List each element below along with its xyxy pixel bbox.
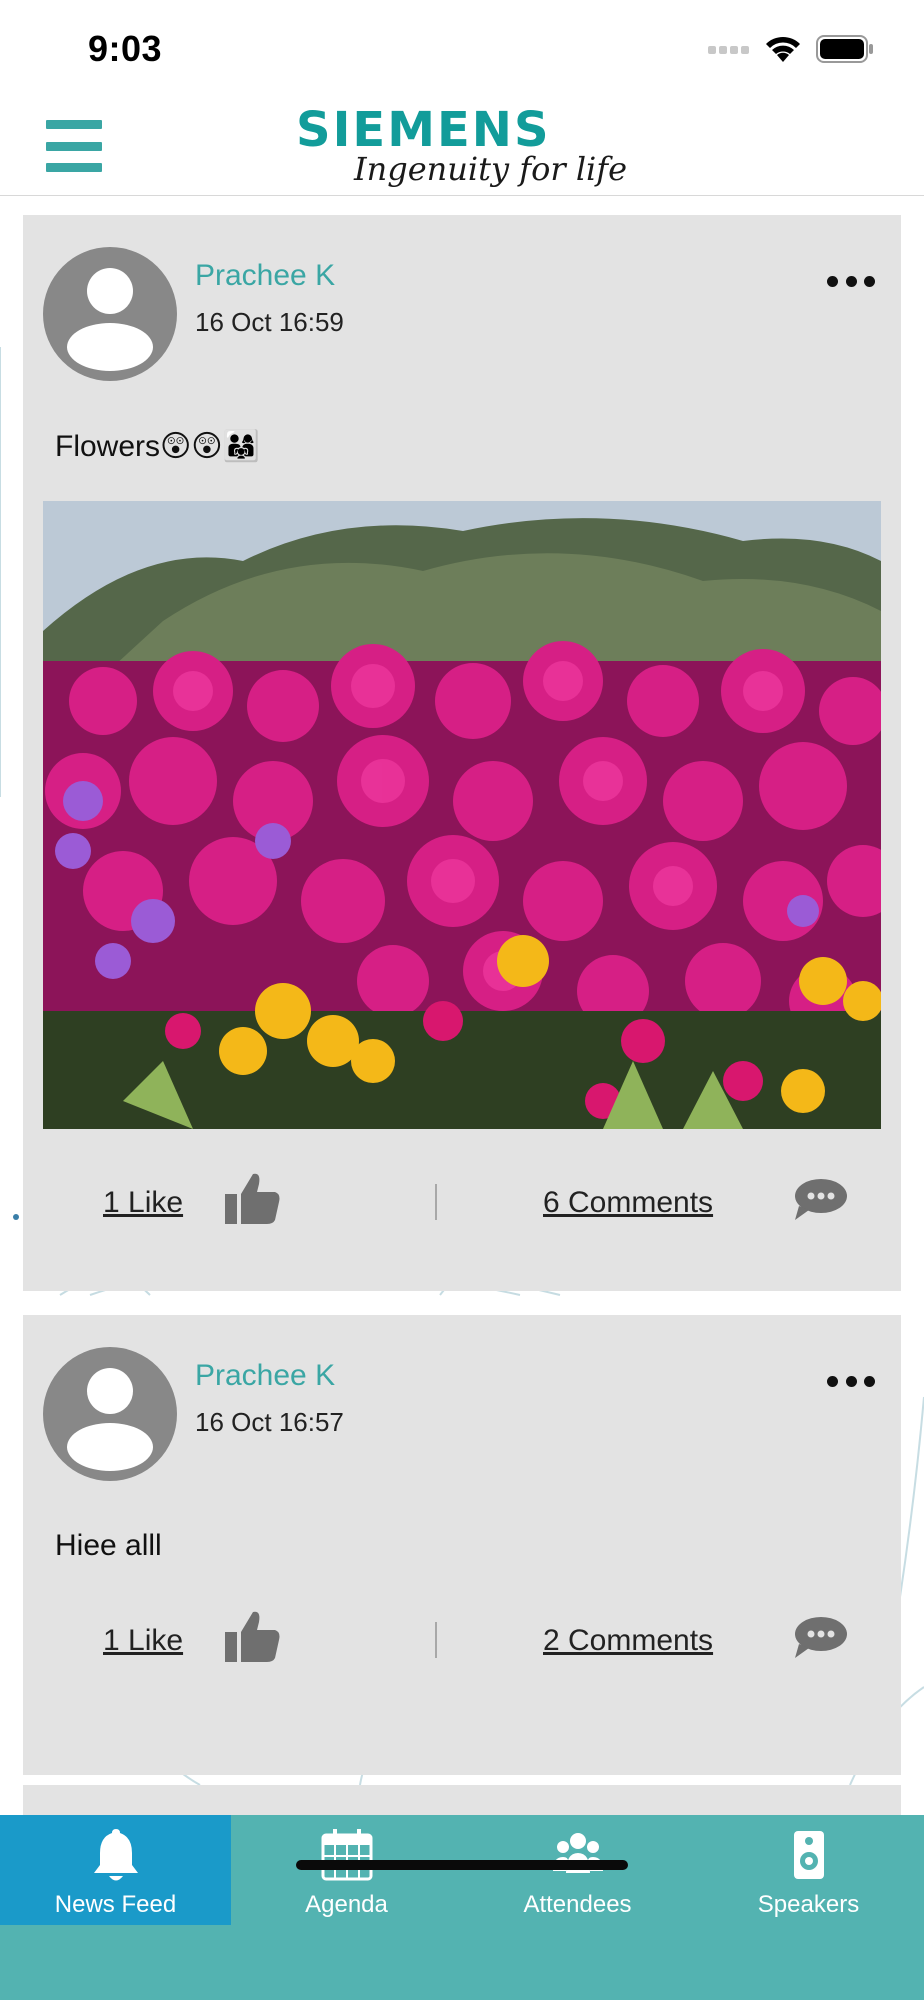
post-card — [23, 1785, 901, 1815]
wifi-icon — [766, 36, 800, 62]
thumbs-up-icon[interactable] — [223, 1170, 283, 1226]
post-text: Flowers😲😲👨‍👩‍👧 — [55, 430, 260, 463]
tab-attendees[interactable]: Attendees — [462, 1815, 693, 1925]
post-author[interactable]: Prachee K — [195, 1359, 335, 1393]
status-icons — [708, 34, 874, 64]
dot — [845, 1375, 857, 1387]
post-image[interactable] — [43, 501, 881, 1129]
flowers-photo — [43, 501, 881, 1129]
user-icon — [67, 268, 153, 371]
comments-link[interactable]: 6 Comments — [543, 1186, 713, 1220]
tab-label: News Feed — [54, 1891, 177, 1918]
thumbs-up-icon[interactable] — [223, 1608, 283, 1664]
hamburger-menu-button[interactable] — [46, 120, 102, 172]
comment-bubble-icon[interactable] — [793, 1176, 849, 1222]
tab-speakers[interactable]: Speakers — [693, 1815, 924, 1925]
avatar[interactable] — [43, 247, 177, 381]
action-divider — [435, 1622, 437, 1658]
post-timestamp: 16 Oct 16:57 — [195, 1407, 344, 1437]
siemens-logo: SIEMENS Ingenuity for life — [296, 102, 636, 194]
dot — [864, 1375, 875, 1387]
likes-link[interactable]: 1 Like — [103, 1186, 183, 1220]
dot — [845, 275, 857, 287]
post-card: Prachee K 16 Oct 16:59 Flowers😲😲👨‍👩‍👧 — [23, 215, 901, 1291]
dot — [827, 1375, 838, 1387]
logo-tagline: Ingenuity for life — [354, 150, 628, 188]
menu-bar — [46, 120, 102, 129]
likes-link[interactable]: 1 Like — [103, 1624, 183, 1658]
tab-label: Attendees — [523, 1891, 632, 1918]
bell-icon — [93, 1829, 138, 1881]
comments-link[interactable]: 2 Comments — [543, 1624, 713, 1658]
more-options-button[interactable] — [827, 1371, 875, 1391]
status-bar: 9:03 — [0, 0, 924, 100]
user-icon — [67, 1368, 153, 1471]
action-divider — [435, 1184, 437, 1220]
status-time: 9:03 — [88, 28, 163, 69]
post-card: Prachee K 16 Oct 16:57 Hiee alll 1 Like … — [23, 1315, 901, 1775]
app-header: SIEMENS Ingenuity for life — [0, 100, 924, 196]
menu-bar — [46, 141, 102, 151]
avatar[interactable] — [43, 1347, 177, 1481]
tab-label: Agenda — [305, 1891, 388, 1918]
comment-bubble-icon[interactable] — [793, 1614, 849, 1660]
menu-bar — [46, 163, 102, 172]
dot — [864, 275, 875, 287]
post-text: Hiee alll — [55, 1529, 162, 1562]
post-actions: 1 Like 6 Comments — [23, 1170, 901, 1240]
more-options-button[interactable] — [827, 271, 875, 291]
news-feed[interactable]: Prachee K 16 Oct 16:59 Flowers😲😲👨‍👩‍👧 — [0, 197, 924, 1815]
post-author[interactable]: Prachee K — [195, 259, 335, 293]
tab-agenda[interactable]: Agenda — [231, 1815, 462, 1925]
post-timestamp: 16 Oct 16:59 — [195, 307, 344, 337]
cellular-signal-icon — [708, 46, 749, 54]
post-actions: 1 Like 2 Comments — [23, 1608, 901, 1678]
home-indicator[interactable] — [296, 1860, 628, 1870]
dot — [827, 275, 838, 287]
battery-icon — [816, 35, 873, 63]
tab-label: Speakers — [757, 1891, 860, 1918]
calendar-icon — [321, 1829, 372, 1881]
people-icon — [552, 1833, 603, 1873]
bottom-tab-bar: News Feed Agenda Attendees Speakers — [0, 1815, 924, 2000]
tab-news-feed[interactable]: News Feed — [0, 1815, 231, 1925]
speaker-icon — [793, 1831, 824, 1879]
